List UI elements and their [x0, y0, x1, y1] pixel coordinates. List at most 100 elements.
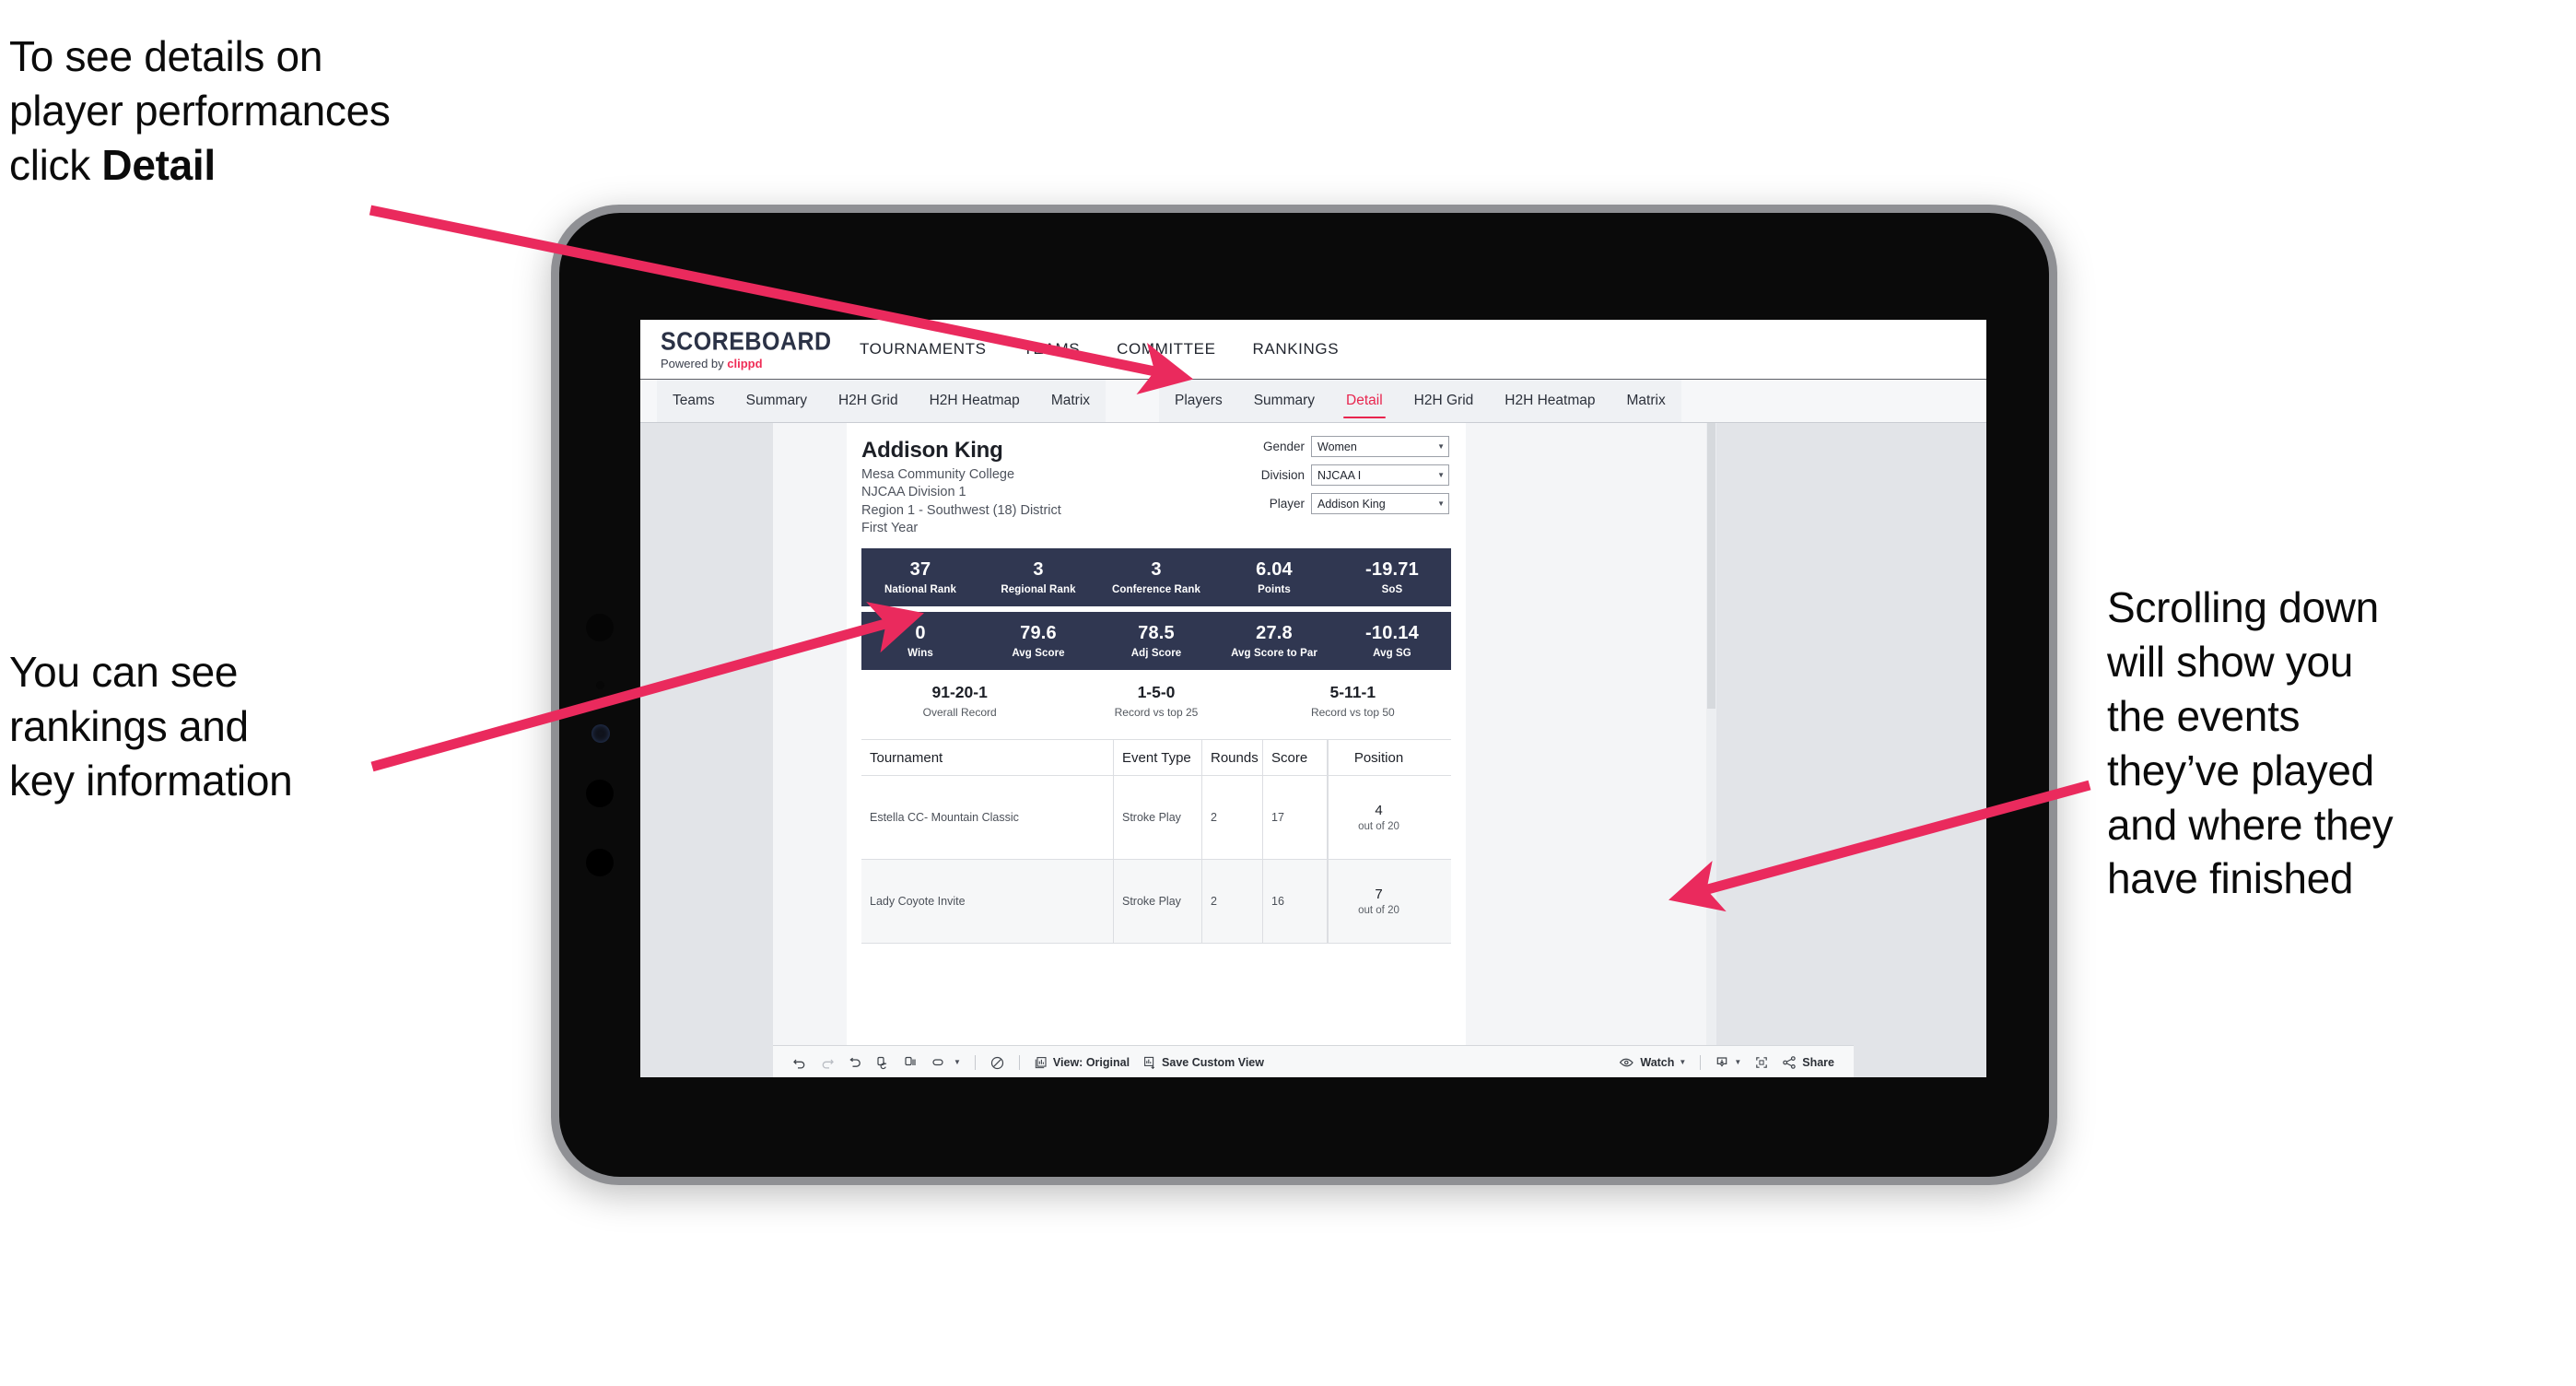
scrollbar-thumb[interactable] — [1707, 423, 1715, 709]
stat-avg-sg: -10.14 Avg SG — [1333, 622, 1451, 659]
records-row: 91-20-1 Overall Record 1-5-0 Record vs t… — [861, 683, 1451, 719]
stat-national-rank: 37 National Rank — [861, 559, 979, 595]
tab-teams-h2h-grid[interactable]: H2H Grid — [823, 380, 914, 422]
tab-players-detail[interactable]: Detail — [1330, 380, 1399, 422]
callout-detail: To see details on player performances cl… — [9, 29, 599, 193]
column-header-position: Position — [1328, 740, 1429, 775]
filter-gender-label: Gender — [1262, 440, 1305, 453]
players-tab-group: Players Summary Detail H2H Grid H2H Heat… — [1159, 380, 1681, 422]
powered-by-text: Powered by — [661, 357, 728, 371]
stat-value: 0 — [915, 622, 926, 643]
brand-subtitle: Powered by clippd — [661, 357, 841, 370]
tab-teams-h2h-heatmap[interactable]: H2H Heatmap — [914, 380, 1036, 422]
gender-select-value: Women — [1317, 440, 1357, 453]
stat-wins: 0 Wins — [861, 622, 979, 659]
redo-button[interactable] — [814, 1055, 841, 1070]
stat-sos: -19.71 SoS — [1333, 559, 1451, 595]
revert-button[interactable] — [841, 1055, 869, 1070]
share-button[interactable]: Share — [1775, 1055, 1841, 1070]
stat-label: Wins — [907, 647, 933, 659]
table-header-row: Tournament Event Type Rounds Score Posit… — [861, 740, 1451, 776]
speaker-dot-icon — [586, 849, 614, 876]
cell-event-type: Stroke Play — [1114, 860, 1202, 943]
stat-label: Points — [1258, 583, 1291, 595]
topnav-item-teams[interactable]: TEAMS — [1005, 320, 1099, 379]
stat-regional-rank: 3 Regional Rank — [979, 559, 1097, 595]
stat-label: Avg Score — [1012, 647, 1065, 659]
tablet-device-frame: SCOREBOARD Powered by clippd TOURNAMENTS… — [551, 205, 2057, 1185]
chevron-down-icon: ▼ — [954, 1058, 961, 1066]
sensor-icon — [596, 681, 604, 689]
chevron-down-icon: ▼ — [1437, 441, 1445, 451]
position-value: 4 — [1375, 803, 1383, 818]
stat-label: Avg Score to Par — [1231, 647, 1317, 659]
stat-label: Regional Rank — [1001, 583, 1076, 595]
stat-label: SoS — [1381, 583, 1403, 595]
cell-rounds: 2 — [1202, 860, 1263, 943]
chevron-down-icon: ▼ — [1734, 1058, 1742, 1066]
top-navigation: TOURNAMENTS TEAMS COMMITTEE RANKINGS — [841, 320, 1357, 379]
filter-division-label: Division — [1260, 468, 1305, 482]
brand-title: SCOREBOARD — [661, 326, 832, 357]
toolbar-divider — [1700, 1055, 1702, 1070]
column-header-rounds: Rounds — [1202, 740, 1263, 775]
topnav-item-tournaments[interactable]: TOURNAMENTS — [841, 320, 1005, 379]
sub-navigation-bar: Teams Summary H2H Grid H2H Heatmap Matri… — [640, 380, 1986, 423]
division-select[interactable]: NJCAA I ▼ — [1311, 464, 1449, 486]
record-value: 91-20-1 — [931, 683, 988, 701]
pause-autoupdate-button[interactable] — [896, 1055, 924, 1070]
vertical-scrollbar[interactable] — [1706, 423, 1716, 1077]
undo-button[interactable] — [786, 1055, 814, 1070]
column-header-event-type: Event Type — [1114, 740, 1202, 775]
topnav-item-committee[interactable]: COMMITTEE — [1098, 320, 1234, 379]
filter-panel: Gender Women ▼ Division NJCAA I ▼ Player… — [1251, 436, 1449, 522]
stat-label: Conference Rank — [1111, 583, 1201, 595]
tab-teams-matrix[interactable]: Matrix — [1036, 380, 1106, 422]
toolbar-divider — [1018, 1055, 1020, 1070]
stat-avg-score-to-par: 27.8 Avg Score to Par — [1215, 623, 1333, 659]
tab-players[interactable]: Players — [1159, 380, 1238, 422]
watch-button[interactable]: Watch ▼ — [1612, 1055, 1692, 1070]
toolbar-divider — [974, 1055, 976, 1070]
callout-detail-bold: Detail — [101, 140, 216, 189]
rank-stats-band: 37 National Rank 3 Regional Rank 3 Confe… — [861, 548, 1451, 606]
save-custom-view-button[interactable]: Save Custom View — [1136, 1055, 1270, 1070]
player-year: First Year — [861, 521, 919, 535]
stat-value: 79.6 — [1020, 622, 1057, 643]
brand-logo[interactable]: SCOREBOARD Powered by clippd — [640, 326, 841, 371]
cell-score: 16 — [1263, 860, 1328, 943]
tab-players-matrix[interactable]: Matrix — [1611, 380, 1681, 422]
division-select-value: NJCAA I — [1317, 468, 1362, 482]
tablet-bezel: SCOREBOARD Powered by clippd TOURNAMENTS… — [559, 213, 2049, 1177]
tab-players-h2h-heatmap[interactable]: H2H Heatmap — [1489, 380, 1610, 422]
app-header: SCOREBOARD Powered by clippd TOURNAMENTS… — [640, 320, 1986, 380]
stat-value: -10.14 — [1365, 622, 1419, 643]
stat-conference-rank: 3 Conference Rank — [1097, 559, 1215, 595]
topnav-item-rankings[interactable]: RANKINGS — [1235, 320, 1358, 379]
tab-teams[interactable]: Teams — [657, 380, 731, 422]
table-row[interactable]: Estella CC- Mountain Classic Stroke Play… — [861, 776, 1451, 860]
gender-select[interactable]: Women ▼ — [1311, 436, 1449, 457]
tab-players-h2h-grid[interactable]: H2H Grid — [1399, 380, 1490, 422]
view-original-button[interactable]: View: Original — [1027, 1055, 1136, 1070]
share-label: Share — [1802, 1056, 1834, 1069]
record-value: 1-5-0 — [1137, 683, 1176, 701]
stat-adj-score: 78.5 Adj Score — [1097, 623, 1215, 659]
speaker-dot-icon — [586, 780, 614, 807]
table-row[interactable]: Lady Coyote Invite Stroke Play 2 16 7 ou… — [861, 860, 1451, 944]
tab-teams-summary[interactable]: Summary — [731, 380, 823, 422]
refresh-data-button[interactable] — [869, 1055, 896, 1070]
stat-label: Adj Score — [1130, 647, 1182, 659]
tab-players-summary[interactable]: Summary — [1238, 380, 1330, 422]
fullscreen-button[interactable] — [1748, 1055, 1775, 1070]
watch-label: Watch — [1640, 1056, 1675, 1069]
tablet-screen: SCOREBOARD Powered by clippd TOURNAMENTS… — [640, 320, 1986, 1077]
player-select[interactable]: Addison King ▼ — [1311, 493, 1449, 514]
stat-value: 6.04 — [1256, 558, 1293, 580]
callout-rankings: You can see rankings and key information — [9, 648, 293, 805]
pan-mode-button[interactable]: ▼ — [924, 1055, 967, 1070]
device-preview-button[interactable] — [983, 1055, 1012, 1071]
record-vs-top-25: 1-5-0 Record vs top 25 — [1058, 683, 1254, 719]
download-button[interactable]: ▼ — [1708, 1055, 1748, 1070]
cell-rounds: 2 — [1202, 776, 1263, 859]
